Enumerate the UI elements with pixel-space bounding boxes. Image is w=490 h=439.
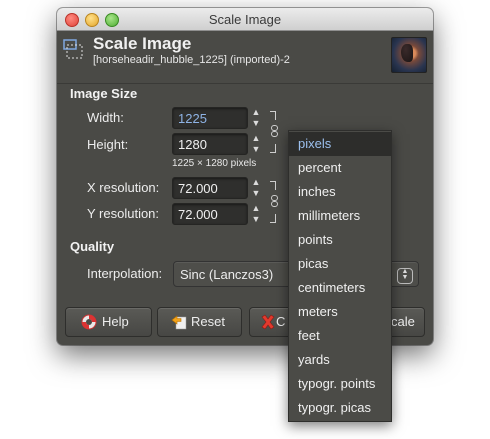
unit-option-yards[interactable]: yards [289, 348, 391, 372]
help-button-label: Help [102, 314, 129, 329]
reset-button[interactable]: Reset [157, 307, 242, 337]
width-spin-buttons[interactable]: ▲ ▼ [249, 107, 263, 129]
unit-option-inches[interactable]: inches [289, 180, 391, 204]
width-input[interactable]: 1225 [172, 107, 248, 129]
unit-dropdown-menu[interactable]: pixels percent inches millimeters points… [288, 130, 392, 422]
lifebuoy-icon [81, 314, 97, 330]
y-resolution-label: Y resolution: [87, 206, 160, 221]
scale-image-icon [63, 39, 83, 59]
size-chain-link-icon[interactable] [270, 111, 278, 153]
unit-option-points[interactable]: points [289, 228, 391, 252]
select-arrows-icon[interactable]: ▲ ▼ [397, 268, 413, 284]
scale-button-label: cale [391, 314, 415, 329]
help-button[interactable]: Help [65, 307, 152, 337]
dialog-header: Scale Image [horseheadir_hubble_1225] (i… [57, 31, 433, 83]
unit-option-picas[interactable]: picas [289, 252, 391, 276]
unit-option-feet[interactable]: feet [289, 324, 391, 348]
quality-heading: Quality [70, 239, 115, 254]
x-resolution-spin-buttons[interactable]: ▲ ▼ [249, 177, 263, 199]
title-bar[interactable]: Scale Image [57, 8, 433, 31]
cancel-x-icon [261, 314, 275, 330]
reset-arrow-icon [171, 315, 187, 330]
window-title: Scale Image [208, 12, 282, 27]
unit-option-pixels[interactable]: pixels [289, 132, 391, 156]
reset-button-label: Reset [191, 314, 225, 329]
image-name: [horseheadir_hubble_1225] (imported)-2 [93, 54, 290, 66]
unit-option-centimeters[interactable]: centimeters [289, 276, 391, 300]
unit-option-typogr-picas[interactable]: typogr. picas [289, 396, 391, 420]
height-spin-buttons[interactable]: ▲ ▼ [249, 133, 263, 155]
height-input[interactable]: 1280 [172, 133, 248, 155]
header-divider [57, 83, 433, 84]
interpolation-label: Interpolation: [87, 266, 163, 281]
width-label: Width: [87, 110, 124, 125]
cancel-button-label: C [276, 314, 286, 329]
image-size-heading: Image Size [70, 86, 138, 101]
height-label: Height: [87, 137, 129, 152]
dialog-heading: Scale Image [93, 34, 192, 53]
y-resolution-spin-buttons[interactable]: ▲ ▼ [249, 203, 263, 225]
image-thumbnail [391, 37, 427, 73]
resolution-chain-link-icon[interactable] [270, 181, 278, 223]
unit-option-typogr-points[interactable]: typogr. points [289, 372, 391, 396]
pixel-dimensions-text: 1225 × 1280 pixels [172, 158, 257, 169]
x-resolution-label: X resolution: [87, 180, 160, 195]
unit-option-millimeters[interactable]: millimeters [289, 204, 391, 228]
unit-option-meters[interactable]: meters [289, 300, 391, 324]
unit-option-percent[interactable]: percent [289, 156, 391, 180]
y-resolution-input[interactable]: 72.000 [172, 203, 248, 225]
x-resolution-input[interactable]: 72.000 [172, 177, 248, 199]
